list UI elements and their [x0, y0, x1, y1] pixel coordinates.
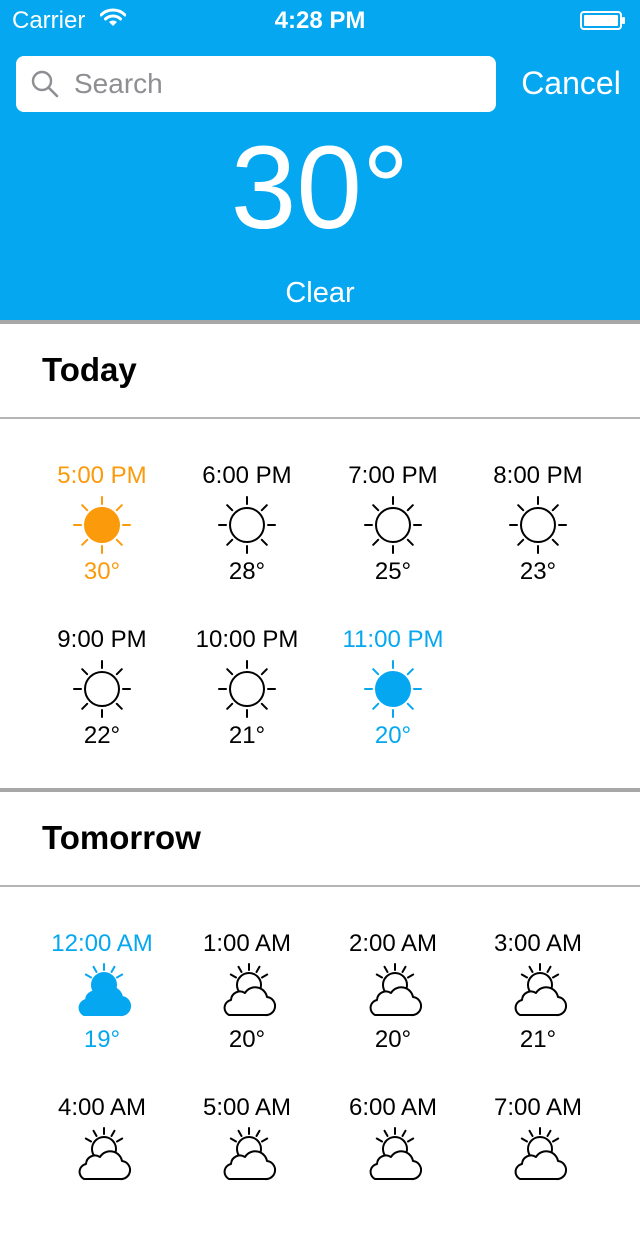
current-condition: Clear	[285, 277, 355, 309]
hour-time: 4:00 AM	[57, 1094, 147, 1121]
status-bar: Carrier 4:28 PM	[0, 0, 640, 40]
section-divider	[0, 320, 640, 324]
hour-time: 7:00 AM	[493, 1094, 583, 1121]
search-icon	[30, 69, 60, 104]
hour-temperature: 30°	[83, 558, 121, 585]
hour-temperature: 20°	[374, 1026, 412, 1053]
partly-cloudy-icon	[217, 1127, 277, 1187]
hour-cell: 3:00 AM 21°	[466, 929, 610, 1079]
hour-time: 5:00 PM	[57, 462, 147, 489]
header-divider	[0, 417, 640, 419]
header-divider	[0, 885, 640, 887]
hour-temperature: 21°	[228, 722, 266, 749]
hour-cell: 5:00 PM 30°	[30, 461, 174, 611]
hour-temperature: 28°	[228, 558, 266, 585]
section-title-today: Today	[42, 351, 137, 388]
search-input[interactable]	[74, 56, 484, 112]
hour-time: 5:00 AM	[202, 1094, 292, 1121]
hour-time: 11:00 PM	[342, 626, 444, 653]
hour-temperature: 21°	[519, 1026, 557, 1053]
hour-cell: 2:00 AM 20°	[321, 929, 465, 1079]
hour-cell: 6:00 PM 28°	[175, 461, 319, 611]
hour-temperature: 20°	[228, 1026, 266, 1053]
sun-icon	[363, 659, 423, 719]
search-bar[interactable]	[16, 56, 496, 112]
hour-temperature: 25°	[374, 558, 412, 585]
hour-time: 7:00 PM	[348, 462, 438, 489]
hour-time: 6:00 PM	[202, 462, 292, 489]
hour-temperature: 22°	[83, 722, 121, 749]
hour-cell: 10:00 PM 21°	[175, 625, 319, 775]
hour-cell: 7:00 PM 25°	[321, 461, 465, 611]
hour-cell: 12:00 AM 19°	[30, 929, 174, 1079]
sun-icon	[217, 659, 277, 719]
sun-icon	[72, 495, 132, 555]
current-temperature: 30°	[230, 122, 410, 254]
hour-time: 2:00 AM	[348, 930, 438, 957]
hour-time: 12:00 AM	[51, 930, 153, 957]
hour-cell: 9:00 PM 22°	[30, 625, 174, 775]
sun-icon	[217, 495, 277, 555]
status-time: 4:28 PM	[274, 7, 366, 34]
hour-cell: 5:00 AM	[175, 1093, 319, 1243]
partly-cloudy-icon	[72, 1127, 132, 1187]
hour-time: 9:00 PM	[57, 626, 147, 653]
partly-cloudy-icon	[508, 963, 568, 1023]
hour-temperature: 20°	[374, 722, 412, 749]
hour-time: 6:00 AM	[348, 1094, 438, 1121]
hour-time: 10:00 PM	[195, 626, 299, 653]
hour-time: 8:00 PM	[493, 462, 583, 489]
hour-cell: 4:00 AM	[30, 1093, 174, 1243]
sun-icon	[363, 495, 423, 555]
partly-cloudy-icon	[363, 1127, 423, 1187]
section-title-tomorrow: Tomorrow	[42, 819, 201, 856]
section-divider	[0, 788, 640, 792]
partly-cloudy-icon	[72, 963, 132, 1023]
partly-cloudy-icon	[508, 1127, 568, 1187]
hour-cell: 1:00 AM 20°	[175, 929, 319, 1079]
partly-cloudy-icon	[363, 963, 423, 1023]
hour-cell: 6:00 AM	[321, 1093, 465, 1243]
partly-cloudy-icon	[217, 963, 277, 1023]
hour-time: 1:00 AM	[202, 930, 292, 957]
hour-temperature: 23°	[519, 558, 557, 585]
hour-cell: 7:00 AM	[466, 1093, 610, 1243]
sun-icon	[508, 495, 568, 555]
hour-time: 3:00 AM	[493, 930, 583, 957]
cancel-button[interactable]: Cancel	[510, 60, 632, 106]
hour-cell: 11:00 PM 20°	[321, 625, 465, 775]
hour-cell: 8:00 PM 23°	[466, 461, 610, 611]
battery-icon	[580, 11, 626, 30]
weather-header: Carrier 4:28 PM Cancel 30° Cle	[0, 0, 640, 320]
hour-temperature: 19°	[83, 1026, 121, 1053]
sun-icon	[72, 659, 132, 719]
